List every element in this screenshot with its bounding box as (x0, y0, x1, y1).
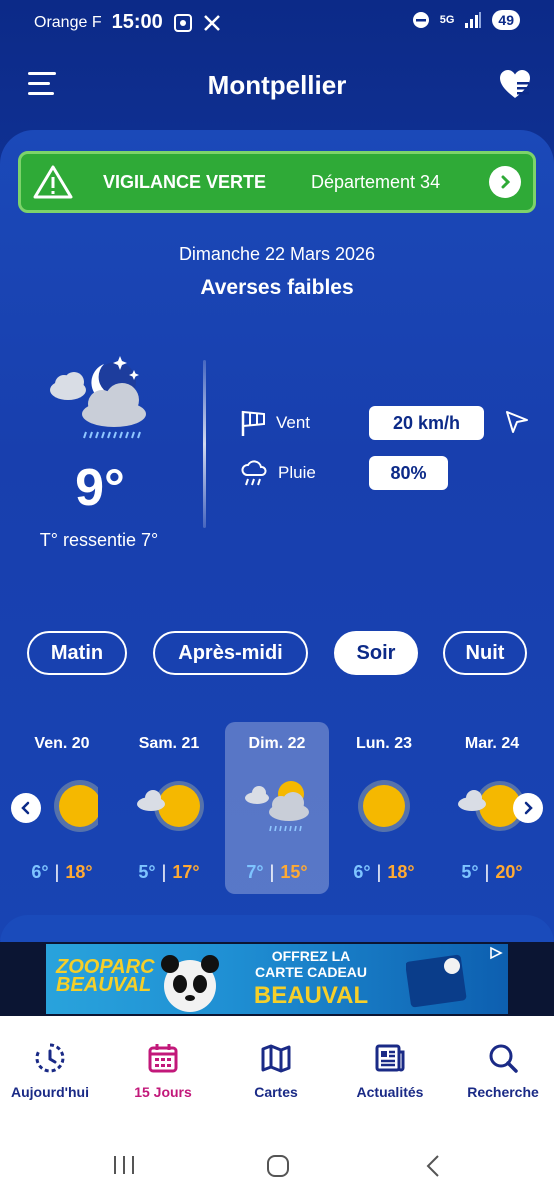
clock-icon (35, 1043, 65, 1073)
day-name: Lun. 23 (355, 735, 412, 752)
carrier-name: Orange F (34, 13, 102, 31)
vigilance-banner[interactable]: VIGILANCE VERTE Département 34 (18, 151, 536, 213)
nav-15-jours[interactable]: 15 Jours (108, 1042, 218, 1100)
signal-icon (465, 12, 482, 28)
tab-soir[interactable]: Soir (334, 631, 418, 675)
home-icon[interactable] (266, 1154, 290, 1178)
gift-card-image (406, 954, 467, 1008)
sun-cloud-icon (137, 781, 204, 831)
feels-like-temperature: T° ressentie 7° (39, 530, 159, 550)
day-name: Sam. 21 (138, 735, 200, 752)
rain-value: 80% (369, 456, 448, 490)
back-icon[interactable] (424, 1154, 442, 1178)
day-temps: 7° | 15° (246, 862, 308, 882)
dnd-icon (412, 12, 429, 28)
current-temperature: 9° (75, 459, 125, 517)
screenshot-icon (173, 13, 192, 32)
network-type: 5G (439, 14, 455, 26)
sun-icon (358, 780, 410, 832)
nav-label: Cartes (254, 1084, 298, 1100)
newspaper-icon (375, 1044, 405, 1072)
sun-rain-cloud-icon (245, 781, 309, 832)
ad-content[interactable]: ZOOPARC BEAUVAL OFFREZ LA CARTE CADEAU B… (46, 944, 508, 1014)
rain-cloud-icon (241, 460, 267, 486)
day-temps: 5° | 20° (461, 862, 523, 882)
recents-icon[interactable] (112, 1154, 136, 1176)
day-temps: 6° | 18° (31, 862, 93, 882)
ad-brand: ZOOPARC BEAUVAL (56, 956, 155, 996)
day-forecast-1[interactable]: Sam. 21 5° | 17° (117, 722, 221, 894)
nav-aujourdhui[interactable]: Aujourd'hui (0, 1042, 105, 1100)
scroll-left-button[interactable] (11, 793, 41, 823)
nav-label: Aujourd'hui (11, 1084, 89, 1100)
day-name: Dim. 22 (248, 735, 306, 752)
ad-line-3: BEAUVAL (253, 982, 369, 1009)
ad-line-2: CARTE CADEAU (255, 964, 367, 980)
day-temps: 6° | 18° (353, 862, 415, 882)
rain-row: Pluie (240, 459, 316, 487)
nav-actualites[interactable]: Actualités (335, 1042, 445, 1100)
adchoices-icon[interactable] (488, 946, 504, 960)
nav-label: Actualités (356, 1084, 424, 1100)
warning-icon (33, 165, 73, 199)
divider (203, 360, 206, 528)
chevron-right-icon (524, 801, 533, 815)
favorites-heart-icon[interactable] (498, 68, 532, 102)
day-forecast-3[interactable]: Lun. 23 6° | 18° (332, 722, 436, 894)
tab-matin[interactable]: Matin (27, 631, 127, 675)
day-forecast-2[interactable]: Dim. 22 7° | 15° (225, 722, 329, 894)
scroll-right-button[interactable] (513, 793, 543, 823)
panda-image (161, 955, 219, 1012)
nav-label: 15 Jours (134, 1084, 192, 1100)
ad-line-1: OFFREZ LA (271, 948, 351, 964)
vigilance-chevron-icon[interactable] (489, 166, 521, 198)
current-condition: Averses faibles (200, 276, 354, 299)
nav-cartes[interactable]: Cartes (221, 1042, 331, 1100)
search-icon (489, 1044, 518, 1073)
status-time: 15:00 (111, 11, 163, 33)
night-rain-cloud-icon (50, 356, 146, 439)
battery-level: 49 (492, 10, 520, 30)
nav-recherche[interactable]: Recherche (448, 1042, 554, 1100)
vigilance-level: VIGILANCE VERTE (103, 171, 267, 192)
current-date: Dimanche 22 Mars 2026 (178, 244, 376, 264)
wind-value: 20 km/h (369, 406, 484, 440)
wind-row: Vent (240, 409, 310, 437)
day-name: Ven. 20 (34, 735, 90, 752)
vigilance-department: Département 34 (311, 171, 441, 192)
day-temps: 5° | 17° (138, 862, 200, 882)
tab-nuit[interactable]: Nuit (443, 631, 527, 675)
bottom-nav: Aujourd'hui 15 Jours Cartes Actualités R… (0, 1016, 554, 1200)
ad-banner[interactable]: ZOOPARC BEAUVAL OFFREZ LA CARTE CADEAU B… (0, 942, 554, 1016)
nav-label: Recherche (467, 1084, 539, 1100)
chevron-left-icon (21, 801, 30, 815)
rain-label: Pluie (278, 463, 316, 482)
map-icon (261, 1044, 291, 1073)
wind-label: Vent (276, 413, 311, 432)
tab-apres-midi[interactable]: Après-midi (153, 631, 308, 675)
wind-direction-icon (506, 411, 528, 433)
x-app-icon (203, 14, 220, 31)
page-title: Montpellier (207, 70, 347, 100)
wind-flag-icon (241, 410, 265, 436)
calendar-icon (148, 1044, 178, 1073)
day-name: Mar. 24 (464, 735, 520, 752)
status-bar: Orange F 15:00 5G 49 (0, 0, 554, 44)
